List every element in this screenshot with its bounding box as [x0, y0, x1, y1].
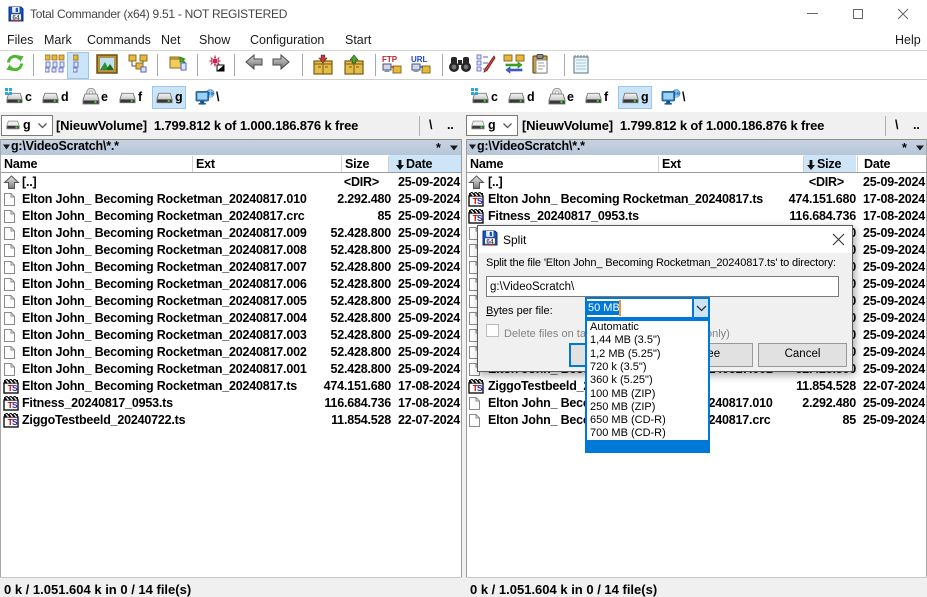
- svg-text:S: S: [477, 213, 483, 223]
- svg-text:S: S: [477, 383, 483, 393]
- svg-text:S: S: [477, 196, 483, 206]
- svg-text:S: S: [12, 400, 18, 410]
- svg-text:64: 64: [486, 238, 494, 245]
- svg-text:64: 64: [12, 14, 20, 21]
- svg-text:URL: URL: [411, 55, 428, 64]
- svg-text:S: S: [12, 417, 18, 427]
- svg-text:S: S: [12, 383, 18, 393]
- svg-text:FTP: FTP: [382, 55, 398, 64]
